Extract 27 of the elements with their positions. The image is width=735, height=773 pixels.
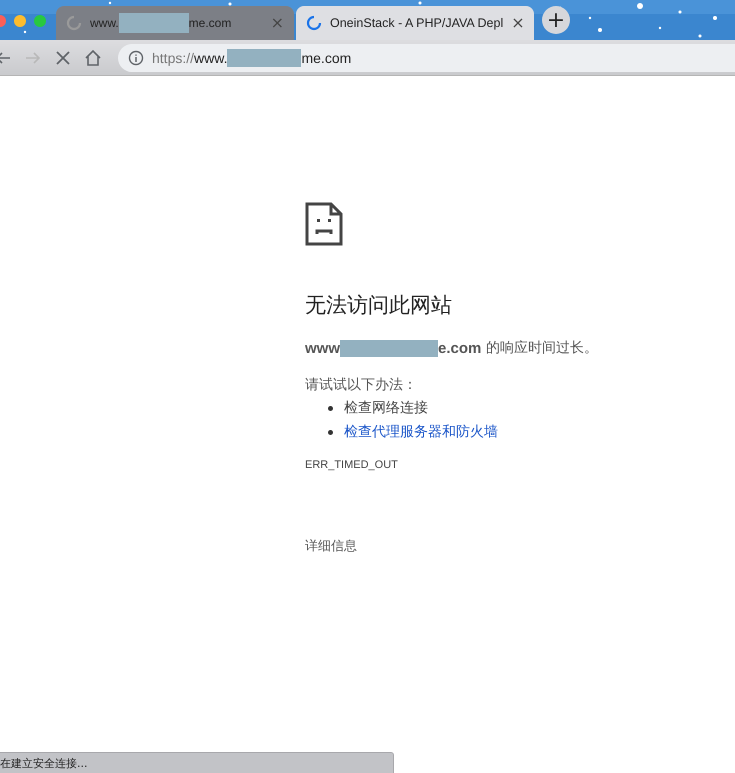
bullet-icon xyxy=(328,430,333,434)
host-text: e.com xyxy=(438,340,482,356)
url-text: https:// xyxy=(152,50,194,66)
suggestion-link[interactable]: 检查代理服务器和防火墙 xyxy=(344,422,498,442)
browser-tab[interactable]: www. me.com × xyxy=(56,6,294,40)
loading-spinner-icon xyxy=(306,15,322,31)
tab-title: www. xyxy=(90,16,119,30)
redaction-block xyxy=(118,13,189,33)
browser-tab[interactable]: OneinStack - A PHP/JAVA Depl × xyxy=(296,6,534,40)
tab-title: OneinStack - A PHP/JAVA Depl xyxy=(330,16,504,30)
host-text: www xyxy=(305,340,340,356)
status-bar: 在建立安全连接... xyxy=(0,752,394,773)
bullet-icon xyxy=(328,406,333,410)
error-message: 的响应时间过长。 xyxy=(484,339,598,357)
close-tab-button[interactable]: × xyxy=(511,15,525,31)
suggestion-text: 检查网络连接 xyxy=(344,399,428,418)
suggestion-title: 请试试以下办法： xyxy=(305,376,417,394)
sad-page-icon xyxy=(305,202,343,246)
error-code: ERR_TIMED_OUT xyxy=(305,459,398,471)
details-button[interactable]: 详细信息 xyxy=(305,537,357,555)
address-bar[interactable]: https://www. me.com xyxy=(118,44,735,72)
loading-spinner-icon xyxy=(66,15,82,31)
url-text: me.com xyxy=(301,50,352,66)
tab-title: me.com xyxy=(188,16,232,30)
error-heading: 无法访问此网站 xyxy=(305,292,452,319)
info-icon xyxy=(128,50,144,66)
url-text: www. xyxy=(194,50,228,66)
